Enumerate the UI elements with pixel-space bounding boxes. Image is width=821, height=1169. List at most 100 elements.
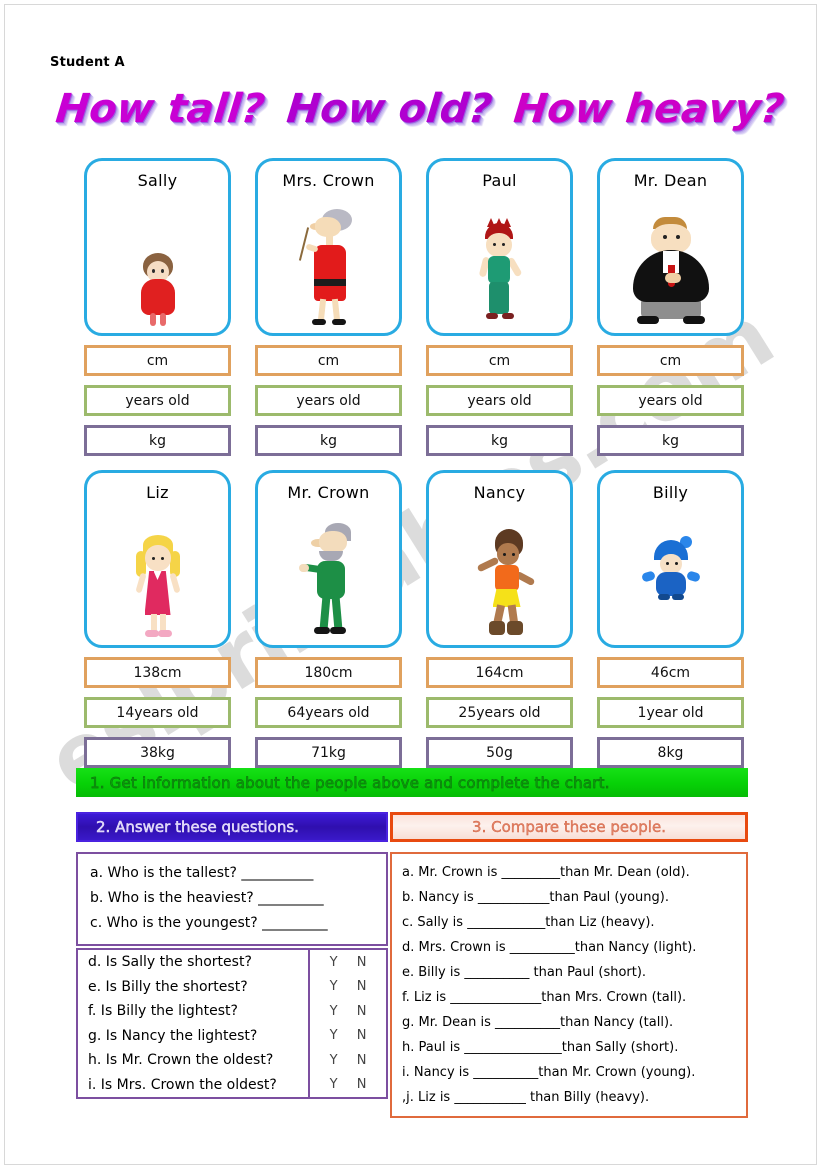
compare-row[interactable]: b. Nancy is ___________than Paul (young)… <box>402 885 738 910</box>
compare-row[interactable]: d. Mrs. Crown is __________than Nancy (l… <box>402 935 738 960</box>
person-illustration <box>600 190 741 333</box>
answer-blank[interactable]: __________ <box>262 915 328 931</box>
yes-no-cell: Y N <box>308 1048 386 1073</box>
age-field-liz[interactable]: 14years old <box>84 697 231 728</box>
compare-row[interactable]: h. Paul is _______________than Sally (sh… <box>402 1035 738 1060</box>
no-option[interactable]: N <box>357 1053 367 1068</box>
billy-figure-icon <box>640 535 702 602</box>
yes-no-cell: Y N <box>308 1072 386 1097</box>
yes-option[interactable]: Y <box>330 1004 338 1019</box>
person-illustration <box>258 502 399 645</box>
mr-crown-figure-icon <box>298 523 357 639</box>
height-field-nancy[interactable]: 164cm <box>426 657 573 688</box>
height-field-mrs-crown[interactable]: cm <box>255 345 402 376</box>
yes-no-cell: Y N <box>308 950 386 975</box>
question-row: c. Who is the youngest? __________ <box>90 911 376 936</box>
weight-field-nancy[interactable]: 50g <box>426 737 573 768</box>
person-column: Paul cm years old kg <box>426 158 573 456</box>
compare-row[interactable]: g. Mr. Dean is __________than Nancy (tal… <box>402 1010 738 1035</box>
instruction-bar-2: 2. Answer these questions. <box>76 812 388 842</box>
liz-figure-icon <box>132 535 184 639</box>
height-field-mr-crown[interactable]: 180cm <box>255 657 402 688</box>
person-illustration <box>258 190 399 333</box>
no-option[interactable]: N <box>357 1028 367 1043</box>
person-card-sally: Sally <box>84 158 231 336</box>
answer-blank[interactable]: __________ <box>258 890 324 906</box>
title-part-how-old: How old? <box>284 86 495 132</box>
no-option[interactable]: N <box>357 979 367 994</box>
person-name: Liz <box>146 483 169 502</box>
yes-no-row: d. Is Sally the shortest? Y N <box>78 950 386 975</box>
open-questions-panel: a. Who is the tallest? ___________ b. Wh… <box>76 852 388 946</box>
question-text: f. Is Billy the lightest? <box>88 1003 238 1020</box>
no-option[interactable]: N <box>357 1077 367 1092</box>
person-card-mrs-crown: Mrs. Crown <box>255 158 402 336</box>
yes-option[interactable]: Y <box>330 1028 338 1043</box>
weight-field-paul[interactable]: kg <box>426 425 573 456</box>
yes-option[interactable]: Y <box>330 1053 338 1068</box>
age-field-nancy[interactable]: 25years old <box>426 697 573 728</box>
height-field-paul[interactable]: cm <box>426 345 573 376</box>
yes-no-cell: Y N <box>308 974 386 999</box>
compare-people-panel: a. Mr. Crown is _________than Mr. Dean (… <box>390 852 748 1118</box>
height-field-sally[interactable]: cm <box>84 345 231 376</box>
answer-blank[interactable]: ___________ <box>241 865 313 881</box>
weight-field-billy[interactable]: 8kg <box>597 737 744 768</box>
person-card-liz: Liz <box>84 470 231 648</box>
yes-no-row: h. Is Mr. Crown the oldest? Y N <box>78 1048 386 1073</box>
weight-field-mr-crown[interactable]: 71kg <box>255 737 402 768</box>
age-field-paul[interactable]: years old <box>426 385 573 416</box>
weight-field-mrs-crown[interactable]: kg <box>255 425 402 456</box>
weight-field-mr-dean[interactable]: kg <box>597 425 744 456</box>
instruction-bar-3: 3. Compare these people. <box>390 812 748 842</box>
yes-no-cell: Y N <box>308 1023 386 1048</box>
question-text: g. Is Nancy the lightest? <box>88 1027 258 1044</box>
compare-row[interactable]: f. Liz is ______________than Mrs. Crown … <box>402 985 738 1010</box>
height-field-liz[interactable]: 138cm <box>84 657 231 688</box>
no-option[interactable]: N <box>357 955 367 970</box>
person-name: Mr. Dean <box>633 171 708 190</box>
compare-row[interactable]: a. Mr. Crown is _________than Mr. Dean (… <box>402 860 738 885</box>
instruction-2-label: 2. Answer these questions. <box>96 818 299 837</box>
question-text: d. Is Sally the shortest? <box>88 954 252 971</box>
person-illustration <box>429 190 570 333</box>
weight-field-liz[interactable]: 38kg <box>84 737 231 768</box>
question-text: b. Who is the heaviest? <box>90 890 254 906</box>
person-card-mr-dean: Mr. Dean <box>597 158 744 336</box>
person-name: Billy <box>652 483 689 502</box>
person-name: Sally <box>137 171 178 190</box>
mrs-crown-figure-icon <box>298 209 356 327</box>
age-field-mr-dean[interactable]: years old <box>597 385 744 416</box>
person-name: Nancy <box>473 483 526 502</box>
person-card-mr-crown: Mr. Crown <box>255 470 402 648</box>
age-field-sally[interactable]: years old <box>84 385 231 416</box>
person-column: Liz 138cm 14years old 38kg <box>84 470 231 768</box>
yes-option[interactable]: Y <box>330 979 338 994</box>
compare-row[interactable]: c. Sally is ____________than Liz (heavy)… <box>402 910 738 935</box>
person-column: Mr. Crown 180cm 64years old 71kg <box>255 470 402 768</box>
height-field-billy[interactable]: 46cm <box>597 657 744 688</box>
person-card-paul: Paul <box>426 158 573 336</box>
person-illustration <box>600 502 741 645</box>
yes-option[interactable]: Y <box>330 955 338 970</box>
compare-row[interactable]: ,j. Liz is ___________ than Billy (heavy… <box>402 1085 738 1110</box>
person-column: Billy 46cm 1year old 8kg <box>597 470 744 768</box>
age-field-mr-crown[interactable]: 64years old <box>255 697 402 728</box>
age-field-mrs-crown[interactable]: years old <box>255 385 402 416</box>
person-column: Nancy 164cm 25years old 50g <box>426 470 573 768</box>
title-part-how-tall: How tall? <box>53 86 268 132</box>
person-card-billy: Billy <box>597 470 744 648</box>
compare-row[interactable]: i. Nancy is __________than Mr. Crown (yo… <box>402 1060 738 1085</box>
age-field-billy[interactable]: 1year old <box>597 697 744 728</box>
compare-row[interactable]: e. Billy is __________ than Paul (short)… <box>402 960 738 985</box>
person-name: Mrs. Crown <box>282 171 375 190</box>
height-field-mr-dean[interactable]: cm <box>597 345 744 376</box>
instruction-bar-1: 1. Get information about the people abov… <box>76 768 748 797</box>
weight-field-sally[interactable]: kg <box>84 425 231 456</box>
question-text: a. Who is the tallest? <box>90 865 237 881</box>
no-option[interactable]: N <box>357 1004 367 1019</box>
yes-option[interactable]: Y <box>330 1077 338 1092</box>
yes-no-row: g. Is Nancy the lightest? Y N <box>78 1023 386 1048</box>
worksheet-title: How tall? How old? How heavy? <box>54 78 786 140</box>
yes-no-row: e. Is Billy the shortest? Y N <box>78 974 386 999</box>
